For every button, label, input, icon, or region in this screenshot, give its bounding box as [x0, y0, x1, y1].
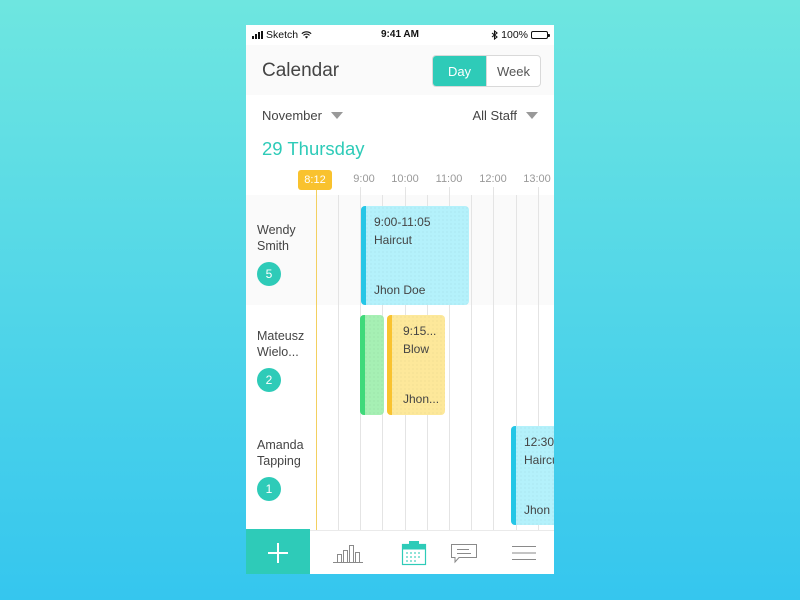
page-title: Calendar: [262, 60, 340, 81]
staff-name[interactable]: Amanda Tapping: [257, 437, 304, 469]
hamburger-menu-icon: [512, 546, 536, 560]
hour-label: 11:00: [435, 173, 463, 185]
current-time-line: [316, 190, 317, 530]
appointment-client: Jhon Doe: [374, 283, 426, 297]
appointment-card[interactable]: 9:15... Blow Jhon...: [387, 315, 445, 415]
selected-date: 29 Thursday: [262, 138, 365, 159]
staff-first-name: Mateusz: [257, 329, 305, 343]
filter-bar: November All Staff: [246, 95, 554, 137]
staff-last-name: Smith: [257, 239, 289, 253]
calendar-icon: [401, 541, 427, 566]
appointment-count-badge: 2: [257, 368, 281, 392]
appointment-color-bar: [361, 206, 366, 305]
staff-first-name: Wendy: [257, 223, 296, 237]
view-toggle: Day Week: [432, 55, 541, 87]
staff-name[interactable]: Mateusz Wielo...: [257, 328, 304, 360]
appointment-client: Jhon...: [403, 392, 440, 406]
bluetooth-icon: [491, 30, 499, 40]
grid-line: [338, 195, 339, 530]
time-header: 8:12 9:00 10:00 11:00 12:00 13:00: [246, 170, 554, 195]
appointment-card[interactable]: [360, 315, 384, 415]
staff-first-name: Amanda: [257, 438, 304, 452]
app-header: Calendar Day Week: [246, 45, 554, 95]
grid-line: [471, 195, 472, 530]
week-view-button[interactable]: Week: [486, 56, 540, 86]
staff-value: All Staff: [472, 108, 517, 123]
tab-messages[interactable]: [446, 531, 482, 574]
chevron-down-icon: [526, 112, 538, 119]
staff-dropdown[interactable]: All Staff: [472, 108, 538, 123]
appointment-client: Jhon Doe: [524, 503, 554, 517]
current-time-badge: 8:12: [298, 170, 332, 190]
appointment-count-badge: 1: [257, 477, 281, 501]
appointment-time: 9:00-11:05: [374, 215, 431, 229]
hour-label: 10:00: [391, 173, 419, 185]
appointment-time: 9:15...: [403, 324, 437, 338]
tab-bar: [246, 530, 554, 574]
tab-calendar[interactable]: [382, 531, 446, 574]
schedule-grid: Wendy Smith 5 Mateusz Wielo... 2 Amanda …: [246, 187, 554, 530]
staff-last-name: Tapping: [257, 454, 301, 468]
battery-percent: 100%: [501, 29, 528, 41]
day-view-button[interactable]: Day: [433, 56, 486, 86]
appointment-color-bar: [360, 315, 365, 415]
appointment-service: Haircut: [374, 233, 413, 247]
chevron-down-icon: [330, 112, 343, 119]
hour-label: 12:00: [479, 173, 507, 185]
add-appointment-button[interactable]: [246, 530, 310, 574]
month-value: November: [262, 108, 322, 123]
tab-reports[interactable]: [314, 531, 382, 574]
phone-screen: Sketch 9:41 AM 100% Calendar Day Week No…: [246, 25, 554, 574]
tab-menu[interactable]: [494, 531, 554, 574]
staff-last-name: Wielo...: [257, 345, 299, 359]
appointment-card[interactable]: 12:30 Haircut Jhon Doe: [511, 426, 554, 525]
appointment-service: Haircut: [524, 453, 554, 467]
chat-icon: [451, 544, 477, 564]
plus-icon: [268, 542, 288, 563]
grid-line: [493, 187, 494, 530]
appointment-time: 12:30: [524, 435, 554, 449]
appointment-count-badge: 5: [257, 262, 281, 286]
appointment-card[interactable]: 9:00-11:05 Haircut Jhon Doe: [361, 206, 469, 305]
month-dropdown[interactable]: November: [262, 108, 343, 123]
hour-label: 9:00: [353, 173, 375, 185]
staff-name[interactable]: Wendy Smith: [257, 222, 296, 254]
battery-icon: [531, 31, 550, 39]
appointment-color-bar: [387, 315, 392, 415]
bar-chart-icon: [333, 545, 363, 563]
hour-label: 13:00: [523, 173, 551, 185]
appointment-color-bar: [511, 426, 516, 525]
status-bar: Sketch 9:41 AM 100%: [246, 25, 554, 45]
appointment-service: Blow: [403, 342, 430, 356]
